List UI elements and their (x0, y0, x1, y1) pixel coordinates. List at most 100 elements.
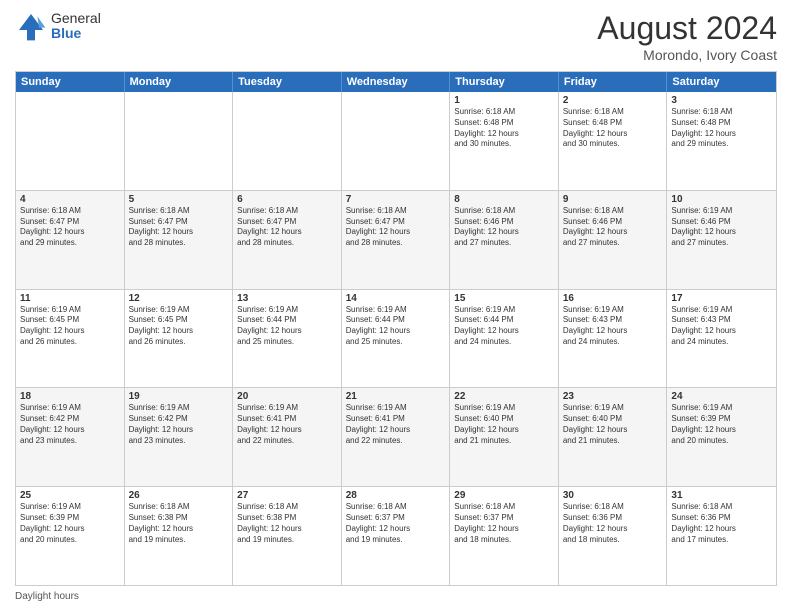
calendar-cell: 21Sunrise: 6:19 AM Sunset: 6:41 PM Dayli… (342, 388, 451, 486)
calendar-header: SundayMondayTuesdayWednesdayThursdayFrid… (16, 72, 776, 92)
calendar-cell: 18Sunrise: 6:19 AM Sunset: 6:42 PM Dayli… (16, 388, 125, 486)
calendar-cell: 6Sunrise: 6:18 AM Sunset: 6:47 PM Daylig… (233, 191, 342, 289)
calendar-cell: 2Sunrise: 6:18 AM Sunset: 6:48 PM Daylig… (559, 92, 668, 190)
calendar-cell (342, 92, 451, 190)
calendar-cell: 3Sunrise: 6:18 AM Sunset: 6:48 PM Daylig… (667, 92, 776, 190)
day-number: 7 (346, 194, 446, 205)
day-number: 12 (129, 293, 229, 304)
day-number: 11 (20, 293, 120, 304)
calendar-header-cell: Thursday (450, 72, 559, 92)
logo-blue-text: Blue (51, 26, 101, 41)
calendar-cell (125, 92, 234, 190)
cell-daylight-info: Sunrise: 6:18 AM Sunset: 6:48 PM Dayligh… (671, 107, 772, 150)
calendar-cell: 8Sunrise: 6:18 AM Sunset: 6:46 PM Daylig… (450, 191, 559, 289)
calendar-header-cell: Tuesday (233, 72, 342, 92)
cell-daylight-info: Sunrise: 6:18 AM Sunset: 6:46 PM Dayligh… (454, 206, 554, 249)
calendar-row: 4Sunrise: 6:18 AM Sunset: 6:47 PM Daylig… (16, 191, 776, 290)
day-number: 17 (671, 293, 772, 304)
cell-daylight-info: Sunrise: 6:19 AM Sunset: 6:44 PM Dayligh… (454, 305, 554, 348)
day-number: 10 (671, 194, 772, 205)
calendar-cell: 7Sunrise: 6:18 AM Sunset: 6:47 PM Daylig… (342, 191, 451, 289)
calendar-cell: 1Sunrise: 6:18 AM Sunset: 6:48 PM Daylig… (450, 92, 559, 190)
cell-daylight-info: Sunrise: 6:18 AM Sunset: 6:48 PM Dayligh… (563, 107, 663, 150)
day-number: 6 (237, 194, 337, 205)
cell-daylight-info: Sunrise: 6:18 AM Sunset: 6:37 PM Dayligh… (454, 502, 554, 545)
day-number: 28 (346, 490, 446, 501)
day-number: 4 (20, 194, 120, 205)
calendar-cell: 30Sunrise: 6:18 AM Sunset: 6:36 PM Dayli… (559, 487, 668, 585)
day-number: 31 (671, 490, 772, 501)
calendar-row: 18Sunrise: 6:19 AM Sunset: 6:42 PM Dayli… (16, 388, 776, 487)
cell-daylight-info: Sunrise: 6:18 AM Sunset: 6:47 PM Dayligh… (346, 206, 446, 249)
day-number: 3 (671, 95, 772, 106)
calendar-cell: 27Sunrise: 6:18 AM Sunset: 6:38 PM Dayli… (233, 487, 342, 585)
day-number: 2 (563, 95, 663, 106)
cell-daylight-info: Sunrise: 6:19 AM Sunset: 6:45 PM Dayligh… (20, 305, 120, 348)
calendar-cell: 23Sunrise: 6:19 AM Sunset: 6:40 PM Dayli… (559, 388, 668, 486)
calendar-cell: 19Sunrise: 6:19 AM Sunset: 6:42 PM Dayli… (125, 388, 234, 486)
calendar-cell: 20Sunrise: 6:19 AM Sunset: 6:41 PM Dayli… (233, 388, 342, 486)
location: Morondo, Ivory Coast (597, 47, 777, 63)
day-number: 5 (129, 194, 229, 205)
calendar-cell: 4Sunrise: 6:18 AM Sunset: 6:47 PM Daylig… (16, 191, 125, 289)
day-number: 19 (129, 391, 229, 402)
cell-daylight-info: Sunrise: 6:18 AM Sunset: 6:38 PM Dayligh… (129, 502, 229, 545)
calendar-cell: 11Sunrise: 6:19 AM Sunset: 6:45 PM Dayli… (16, 290, 125, 388)
calendar-row: 11Sunrise: 6:19 AM Sunset: 6:45 PM Dayli… (16, 290, 776, 389)
day-number: 16 (563, 293, 663, 304)
cell-daylight-info: Sunrise: 6:18 AM Sunset: 6:47 PM Dayligh… (20, 206, 120, 249)
calendar-header-cell: Saturday (667, 72, 776, 92)
day-number: 14 (346, 293, 446, 304)
cell-daylight-info: Sunrise: 6:18 AM Sunset: 6:36 PM Dayligh… (563, 502, 663, 545)
title-block: August 2024 Morondo, Ivory Coast (597, 10, 777, 63)
logo-text: General Blue (51, 11, 101, 42)
calendar-cell: 10Sunrise: 6:19 AM Sunset: 6:46 PM Dayli… (667, 191, 776, 289)
cell-daylight-info: Sunrise: 6:18 AM Sunset: 6:47 PM Dayligh… (237, 206, 337, 249)
page: General Blue August 2024 Morondo, Ivory … (0, 0, 792, 612)
calendar-header-cell: Monday (125, 72, 234, 92)
calendar-row: 25Sunrise: 6:19 AM Sunset: 6:39 PM Dayli… (16, 487, 776, 585)
day-number: 9 (563, 194, 663, 205)
cell-daylight-info: Sunrise: 6:19 AM Sunset: 6:39 PM Dayligh… (20, 502, 120, 545)
cell-daylight-info: Sunrise: 6:18 AM Sunset: 6:36 PM Dayligh… (671, 502, 772, 545)
calendar-cell: 15Sunrise: 6:19 AM Sunset: 6:44 PM Dayli… (450, 290, 559, 388)
cell-daylight-info: Sunrise: 6:19 AM Sunset: 6:46 PM Dayligh… (671, 206, 772, 249)
month-year: August 2024 (597, 10, 777, 47)
calendar-cell: 25Sunrise: 6:19 AM Sunset: 6:39 PM Dayli… (16, 487, 125, 585)
cell-daylight-info: Sunrise: 6:18 AM Sunset: 6:38 PM Dayligh… (237, 502, 337, 545)
day-number: 23 (563, 391, 663, 402)
cell-daylight-info: Sunrise: 6:19 AM Sunset: 6:44 PM Dayligh… (237, 305, 337, 348)
footer: Daylight hours (15, 591, 777, 602)
header: General Blue August 2024 Morondo, Ivory … (15, 10, 777, 63)
cell-daylight-info: Sunrise: 6:19 AM Sunset: 6:41 PM Dayligh… (346, 403, 446, 446)
logo-icon (15, 10, 47, 42)
calendar: SundayMondayTuesdayWednesdayThursdayFrid… (15, 71, 777, 586)
calendar-header-cell: Wednesday (342, 72, 451, 92)
calendar-cell (233, 92, 342, 190)
logo: General Blue (15, 10, 101, 42)
cell-daylight-info: Sunrise: 6:18 AM Sunset: 6:47 PM Dayligh… (129, 206, 229, 249)
calendar-cell (16, 92, 125, 190)
day-number: 27 (237, 490, 337, 501)
calendar-row: 1Sunrise: 6:18 AM Sunset: 6:48 PM Daylig… (16, 92, 776, 191)
cell-daylight-info: Sunrise: 6:19 AM Sunset: 6:44 PM Dayligh… (346, 305, 446, 348)
calendar-header-cell: Sunday (16, 72, 125, 92)
calendar-cell: 5Sunrise: 6:18 AM Sunset: 6:47 PM Daylig… (125, 191, 234, 289)
calendar-cell: 13Sunrise: 6:19 AM Sunset: 6:44 PM Dayli… (233, 290, 342, 388)
calendar-cell: 17Sunrise: 6:19 AM Sunset: 6:43 PM Dayli… (667, 290, 776, 388)
calendar-cell: 22Sunrise: 6:19 AM Sunset: 6:40 PM Dayli… (450, 388, 559, 486)
calendar-cell: 9Sunrise: 6:18 AM Sunset: 6:46 PM Daylig… (559, 191, 668, 289)
day-number: 13 (237, 293, 337, 304)
calendar-cell: 16Sunrise: 6:19 AM Sunset: 6:43 PM Dayli… (559, 290, 668, 388)
calendar-cell: 14Sunrise: 6:19 AM Sunset: 6:44 PM Dayli… (342, 290, 451, 388)
calendar-cell: 31Sunrise: 6:18 AM Sunset: 6:36 PM Dayli… (667, 487, 776, 585)
calendar-cell: 12Sunrise: 6:19 AM Sunset: 6:45 PM Dayli… (125, 290, 234, 388)
calendar-header-cell: Friday (559, 72, 668, 92)
calendar-cell: 26Sunrise: 6:18 AM Sunset: 6:38 PM Dayli… (125, 487, 234, 585)
logo-general-text: General (51, 11, 101, 26)
cell-daylight-info: Sunrise: 6:19 AM Sunset: 6:43 PM Dayligh… (671, 305, 772, 348)
cell-daylight-info: Sunrise: 6:19 AM Sunset: 6:45 PM Dayligh… (129, 305, 229, 348)
calendar-cell: 29Sunrise: 6:18 AM Sunset: 6:37 PM Dayli… (450, 487, 559, 585)
cell-daylight-info: Sunrise: 6:18 AM Sunset: 6:37 PM Dayligh… (346, 502, 446, 545)
day-number: 26 (129, 490, 229, 501)
